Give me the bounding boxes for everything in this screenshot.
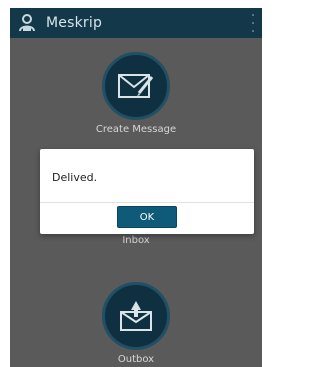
user-phone-icon (16, 12, 38, 34)
outbox-tile[interactable]: Outbox (10, 282, 262, 365)
inbox-label[interactable]: Inbox (122, 235, 149, 246)
delivery-dialog: Delived. OK (40, 149, 254, 234)
app-title: Meskrip (46, 15, 103, 31)
compose-envelope-icon[interactable] (102, 52, 170, 120)
app-screen: Meskrip Create Message Inbox Outbox Deli… (10, 8, 262, 367)
ok-button[interactable]: OK (117, 206, 177, 228)
create-message-tile[interactable]: Create Message (10, 52, 262, 135)
dialog-message: Delived. (52, 171, 98, 184)
overflow-menu-icon[interactable] (248, 14, 258, 32)
app-bar: Meskrip (10, 8, 262, 38)
outbox-icon[interactable] (102, 282, 170, 350)
dialog-divider (40, 202, 254, 203)
create-message-label[interactable]: Create Message (96, 124, 176, 135)
outbox-label[interactable]: Outbox (118, 354, 154, 365)
